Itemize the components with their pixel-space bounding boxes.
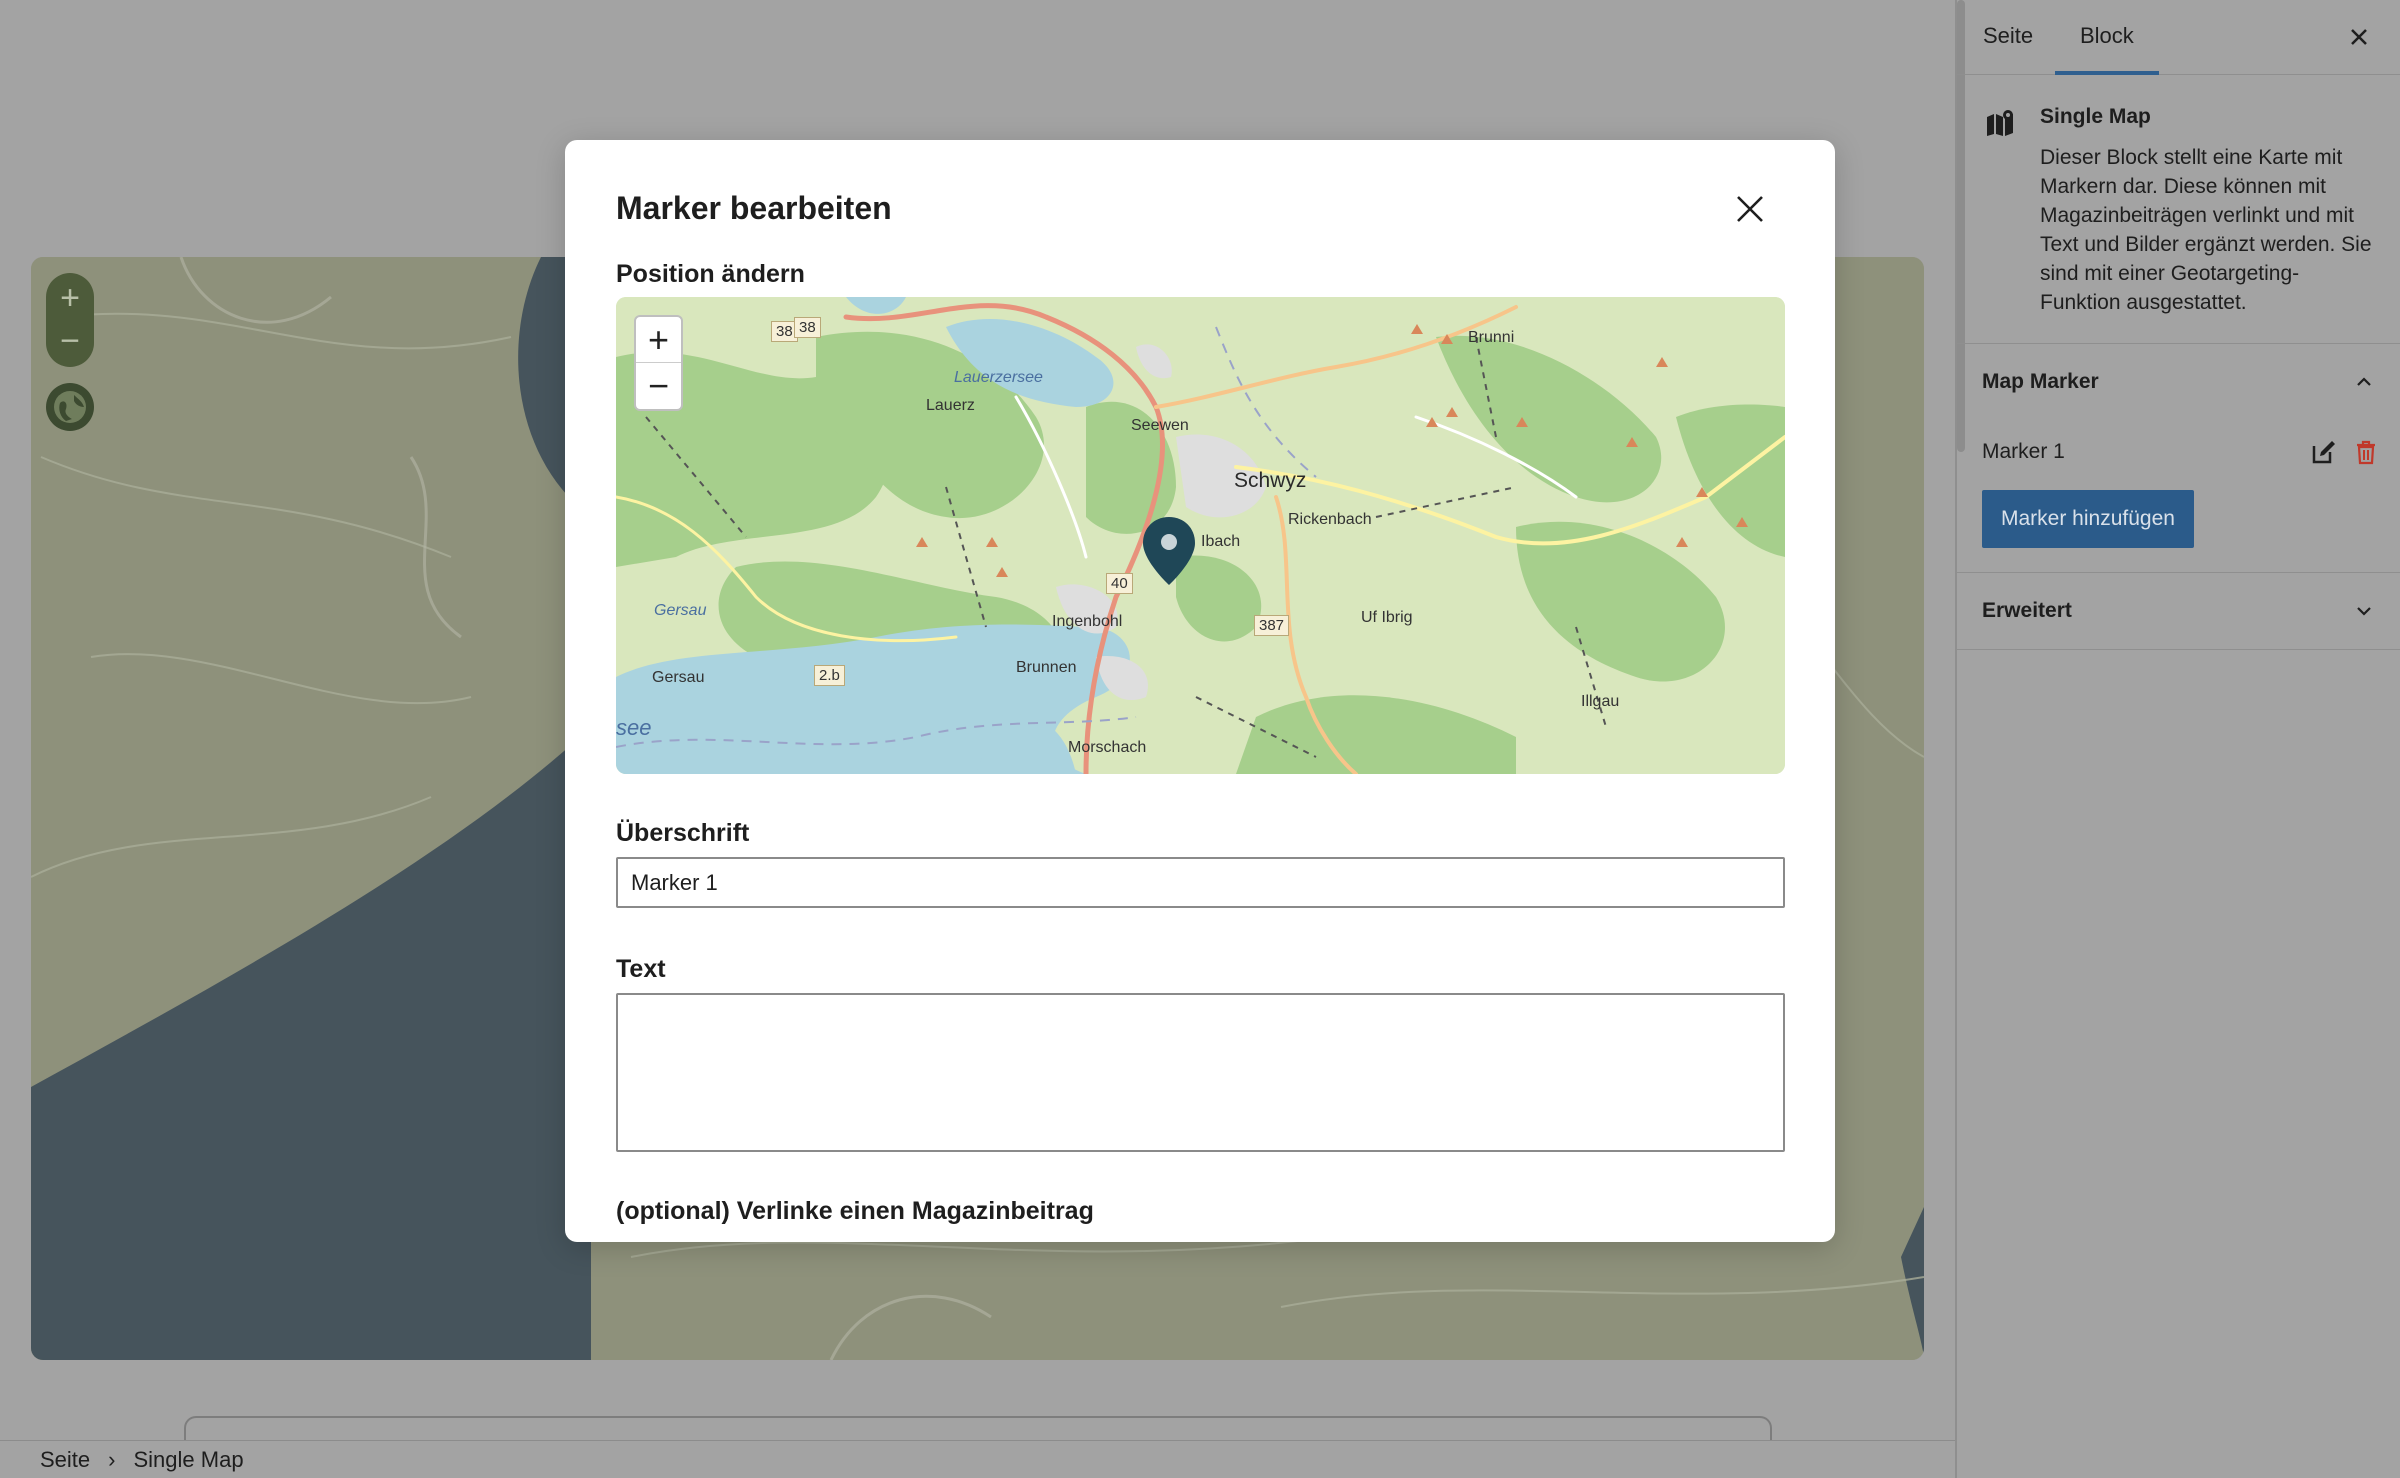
map-zoom-control: + − <box>634 315 683 411</box>
add-marker-button[interactable]: Marker hinzufügen <box>1982 490 2194 548</box>
road-number: 2.b <box>814 665 845 686</box>
place-label: Seewen <box>1131 417 1189 434</box>
tab-seite[interactable]: Seite <box>1983 0 2033 75</box>
place-label: Illgau <box>1581 693 1620 710</box>
advanced-panel: Erweitert <box>1957 573 2400 650</box>
modal-title: Marker bearbeiten <box>616 190 892 226</box>
map-pin-icon[interactable] <box>1141 515 1197 587</box>
place-label: Lauerz <box>926 397 975 414</box>
place-label: Ingenbohl <box>1052 613 1123 630</box>
marker-label: Marker 1 <box>1982 440 2065 463</box>
chevron-up-icon <box>2357 377 2371 386</box>
tab-block[interactable]: Block <box>2055 0 2159 75</box>
text-textarea[interactable] <box>616 993 1785 1152</box>
place-label: Rickenbach <box>1288 511 1372 528</box>
chevron-down-icon <box>2357 607 2371 616</box>
trash-icon[interactable] <box>2352 438 2380 466</box>
block-title: Single Map <box>2040 105 2151 128</box>
edit-icon[interactable] <box>2310 438 2338 466</box>
breadcrumb-item-single-map[interactable]: Single Map <box>133 1447 243 1473</box>
place-label: Uf Ibrig <box>1361 609 1413 626</box>
breadcrumb: Seite › Single Map <box>0 1440 1955 1478</box>
block-card: Single Map Dieser Block stellt eine Kart… <box>1957 75 2400 344</box>
canvas-map-zoom-control: + − <box>46 273 94 367</box>
place-label: Brunni <box>1468 329 1515 346</box>
zoom-in-button[interactable]: + <box>636 317 681 363</box>
place-label: Morschach <box>1068 739 1147 756</box>
breadcrumb-separator: › <box>108 1446 116 1472</box>
close-icon[interactable] <box>1733 192 1767 226</box>
heading-label: Überschrift <box>616 819 750 847</box>
edit-marker-modal: Marker bearbeiten Position ändern Lauerz… <box>565 140 1835 1242</box>
advanced-panel-toggle[interactable]: Erweitert <box>1957 573 2400 649</box>
map-marker-panel: Map Marker Marker 1 Marker hinzufügen <box>1957 344 2400 573</box>
block-description: Dieser Block stellt eine Karte mit Marke… <box>2040 146 2372 314</box>
heading-input[interactable] <box>616 857 1785 908</box>
close-icon[interactable] <box>2344 22 2374 52</box>
place-label: Ibach <box>1201 533 1241 550</box>
settings-sidebar: Seite Block Single Map Dieser Block stel… <box>1955 0 2400 1478</box>
globe-icon[interactable] <box>46 383 94 431</box>
position-label: Position ändern <box>616 260 805 288</box>
road-number: 387 <box>1254 615 1290 636</box>
map-marker-panel-title: Map Marker <box>1982 370 2099 393</box>
place-label: Brunnen <box>1016 659 1077 676</box>
canvas-zoom-out-button[interactable]: − <box>46 321 94 361</box>
map-icon <box>1987 110 2013 136</box>
place-label: Lauerzersee <box>954 369 1043 386</box>
place-label: Gersau <box>652 669 705 686</box>
link-post-label: (optional) Verlinke einen Magazinbeitrag <box>616 1197 1094 1225</box>
canvas-zoom-in-button[interactable]: + <box>46 278 94 318</box>
advanced-panel-title: Erweitert <box>1982 599 2072 622</box>
place-label: see <box>616 715 652 740</box>
breadcrumb-item-seite[interactable]: Seite <box>40 1447 90 1473</box>
place-label: Schwyz <box>1234 469 1307 492</box>
road-number: 40 <box>1106 573 1133 594</box>
zoom-out-button[interactable]: − <box>636 363 681 409</box>
sidebar-tabs: Seite Block <box>1957 0 2400 75</box>
text-label: Text <box>616 955 666 983</box>
road-number: 38 <box>794 317 821 338</box>
place-label: Gersau <box>654 602 707 619</box>
map-marker-panel-toggle[interactable]: Map Marker <box>1957 344 2400 420</box>
marker-list-item: Marker 1 <box>1957 420 2400 484</box>
position-map[interactable]: Lauerzersee Lauerz Seewen Schwyz Ibach R… <box>616 297 1785 774</box>
